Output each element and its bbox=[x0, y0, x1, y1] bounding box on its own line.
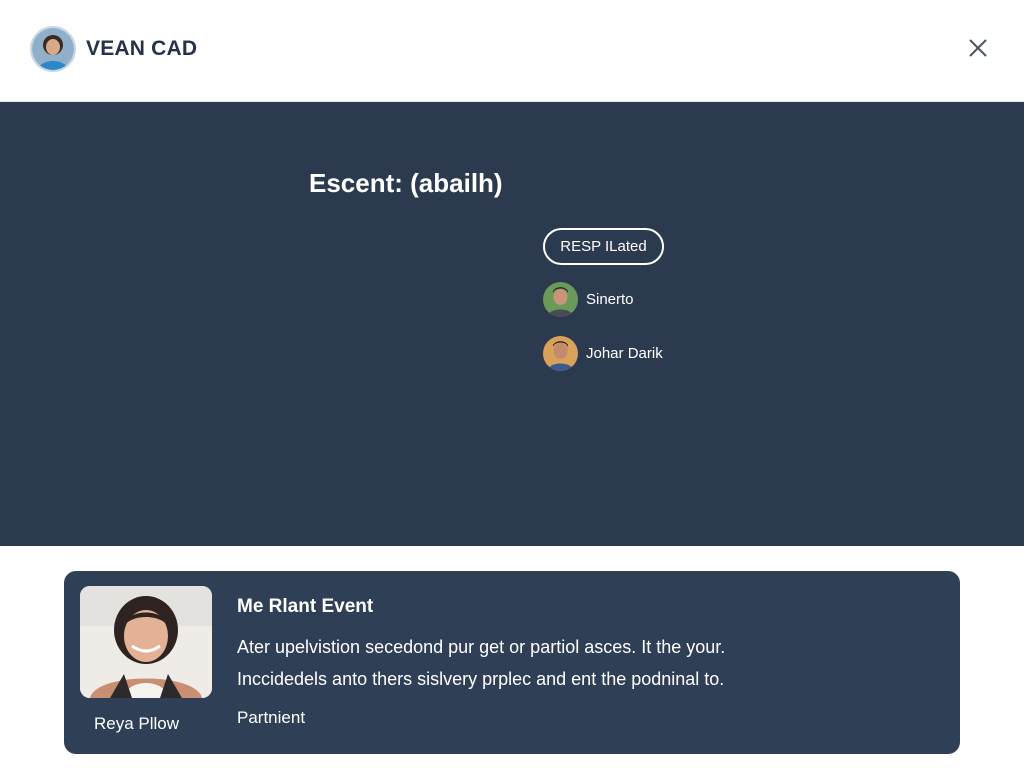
attendee-item[interactable]: Johar Darik bbox=[543, 336, 663, 371]
person-name: Reya Pllow bbox=[94, 714, 180, 733]
card-link[interactable]: Partnient bbox=[237, 708, 305, 728]
close-icon[interactable] bbox=[966, 36, 990, 60]
app-title: VEAN CAD bbox=[86, 37, 198, 60]
attendee-item[interactable]: Sinerto bbox=[543, 282, 634, 317]
user-avatar-icon[interactable] bbox=[30, 26, 76, 72]
event-panel: Escent: (abailh) RESP ILated Sinerto Joh… bbox=[0, 102, 1024, 546]
attendee-name: Sinerto bbox=[586, 291, 634, 308]
card-heading: Me Rlant Event bbox=[237, 596, 374, 617]
profile-photo bbox=[80, 586, 212, 698]
event-title: Escent: (abailh) bbox=[309, 168, 503, 198]
attendee-avatar-icon bbox=[543, 336, 578, 371]
event-card: Reya Pllow Me Rlant Event Ater upelvisti… bbox=[64, 571, 960, 754]
brand: VEAN CAD bbox=[30, 26, 197, 72]
card-description-line: Ater upelvistion secedond pur get or par… bbox=[237, 637, 726, 657]
attendee-avatar-icon bbox=[543, 282, 578, 317]
attendee-name: Johar Darik bbox=[586, 345, 663, 362]
header-bar: VEAN CAD bbox=[0, 0, 1024, 102]
rsvp-button[interactable]: RESP ILated bbox=[543, 228, 664, 265]
card-description-line: Inccidedels anto thers sislvery prplec a… bbox=[237, 669, 725, 689]
